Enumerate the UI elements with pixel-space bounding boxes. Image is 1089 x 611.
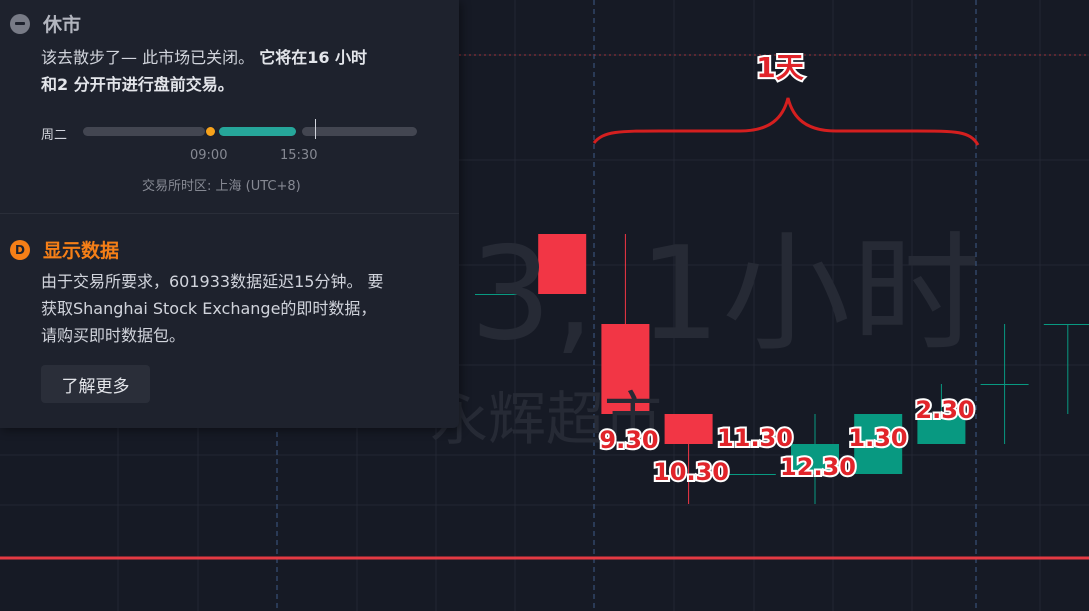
market-closed-icon	[10, 13, 30, 34]
data-notice-line: 请购买即时数据包。	[41, 326, 186, 345]
session-start-time: 09:00	[190, 148, 228, 163]
session-track-active	[219, 127, 296, 136]
session-track-post	[302, 127, 417, 136]
current-time-marker	[315, 119, 316, 139]
market-status-message: 该去散步了— 此市场已关闭。 它将在16 小时 和2 分开市进行盘前交易。	[41, 44, 441, 98]
learn-more-button[interactable]: 了解更多	[41, 365, 150, 403]
watermark-symbol: 3, 1小时	[470, 220, 983, 369]
market-message-bold-1: 它将在16 小时	[259, 48, 368, 67]
candle-body	[664, 414, 713, 444]
candle-body	[727, 474, 776, 475]
session-track-pre	[83, 127, 205, 136]
market-message-bold-2: 和2 分开市进行盘前交易。	[41, 75, 234, 94]
candle-body	[980, 384, 1029, 385]
candle-label: 11.30	[715, 422, 795, 454]
candle-label: 1.30	[846, 422, 909, 454]
data-notice-line: 获取Shanghai Stock Exchange的即时数据，	[41, 299, 377, 318]
candle-label: 9.30	[597, 424, 660, 456]
exchange-timezone: 交易所时区: 上海 (UTC+8)	[142, 179, 301, 194]
candle-label: 12.30	[778, 451, 858, 483]
session-start-marker	[206, 127, 215, 136]
candle-label: 2.30	[913, 394, 976, 426]
market-status-header: 休市	[10, 10, 81, 37]
market-status-title: 休市	[43, 14, 82, 36]
market-status-panel: 休市 该去散步了— 此市场已关闭。 它将在16 小时 和2 分开市进行盘前交易。…	[0, 0, 459, 428]
delayed-data-icon: D	[10, 239, 30, 260]
data-notice-header: D 显示数据	[10, 236, 119, 263]
market-message-plain: 该去散步了— 此市场已关闭。	[41, 48, 255, 67]
day-label: 周二	[41, 128, 68, 143]
day-brace-label: 1天	[754, 49, 806, 86]
data-notice-title: 显示数据	[43, 240, 120, 262]
session-end-time: 15:30	[280, 148, 318, 163]
candle-body	[1043, 324, 1089, 325]
data-notice-message: 由于交易所要求，601933数据延迟15分钟。 要 获取Shanghai Sto…	[41, 268, 451, 349]
candle-label: 10.30	[651, 456, 731, 488]
data-notice-line: 由于交易所要求，601933数据延迟15分钟。 要	[41, 272, 384, 291]
panel-divider	[0, 213, 459, 214]
